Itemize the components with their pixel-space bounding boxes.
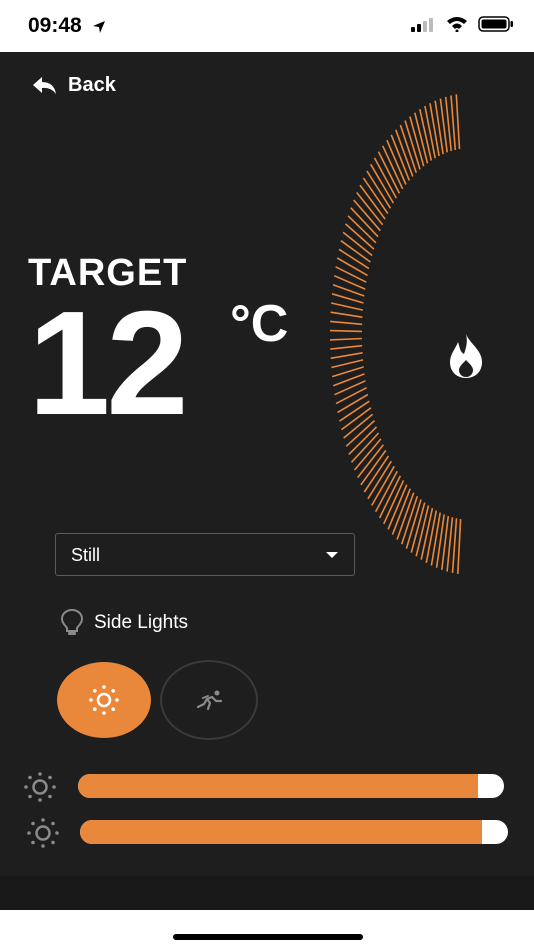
dial-tick xyxy=(339,400,370,422)
home-indicator[interactable] xyxy=(173,934,363,940)
dial-tick xyxy=(330,344,363,350)
bottom-bar xyxy=(0,876,534,910)
dial-tick xyxy=(450,95,457,151)
mode-select-value: Still xyxy=(71,545,101,565)
lightbulb-icon xyxy=(60,608,84,635)
dial-tick xyxy=(330,337,363,341)
chevron-down-icon xyxy=(326,552,338,558)
dial-tick xyxy=(331,293,364,304)
flame-icon xyxy=(450,334,482,378)
side-lights-label: Side Lights xyxy=(94,612,189,633)
back-label: Back xyxy=(68,74,116,96)
brightness-slider-1[interactable] xyxy=(78,774,504,798)
sun-icon xyxy=(89,685,119,715)
status-bar: 09:48 xyxy=(0,0,534,52)
target-temperature: 12 xyxy=(28,281,189,446)
dial-tick xyxy=(429,103,440,157)
dial-tick xyxy=(335,386,367,405)
dial-tick xyxy=(331,359,364,369)
dial-tick xyxy=(425,510,438,563)
lights-on-button[interactable] xyxy=(57,662,151,738)
dial-tick xyxy=(330,352,363,360)
dial-tick xyxy=(336,257,368,277)
mode-select[interactable]: Still xyxy=(55,533,355,576)
dial-tick xyxy=(335,266,367,283)
battery-icon xyxy=(478,16,513,32)
dial-tick xyxy=(337,393,369,414)
running-person-icon xyxy=(196,690,223,711)
back-button[interactable]: Back xyxy=(32,74,116,97)
lights-motion-button[interactable] xyxy=(160,660,258,740)
brightness-slider-2[interactable] xyxy=(80,820,508,844)
dial-ticks xyxy=(330,94,462,574)
thermostat-screen: Back TARGET 12 °C Still Side Lights xyxy=(0,52,534,910)
signal-icon xyxy=(411,18,434,32)
brightness-icon xyxy=(27,818,59,848)
brightness-icon xyxy=(24,772,56,802)
dial-tick xyxy=(330,311,363,318)
dial-tick xyxy=(330,320,363,326)
dial-tick xyxy=(338,248,370,270)
temperature-dial[interactable] xyxy=(330,92,534,592)
status-time: 09:48 xyxy=(28,14,82,37)
location-arrow-icon xyxy=(93,21,105,33)
side-lights-row: Side Lights xyxy=(60,608,188,638)
slider-fill xyxy=(80,820,483,844)
dial-tick xyxy=(330,329,363,333)
dial-tick xyxy=(331,302,364,311)
reply-arrow-icon xyxy=(33,76,56,94)
dial-tick xyxy=(430,512,441,566)
slider-fill xyxy=(78,774,479,798)
dial-tick xyxy=(455,94,461,150)
temperature-unit: °C xyxy=(230,295,289,353)
dial-tick xyxy=(424,105,436,159)
wifi-icon xyxy=(446,17,467,33)
status-icons xyxy=(411,16,514,37)
dial-tick xyxy=(457,519,462,574)
dial-tick xyxy=(451,518,458,573)
